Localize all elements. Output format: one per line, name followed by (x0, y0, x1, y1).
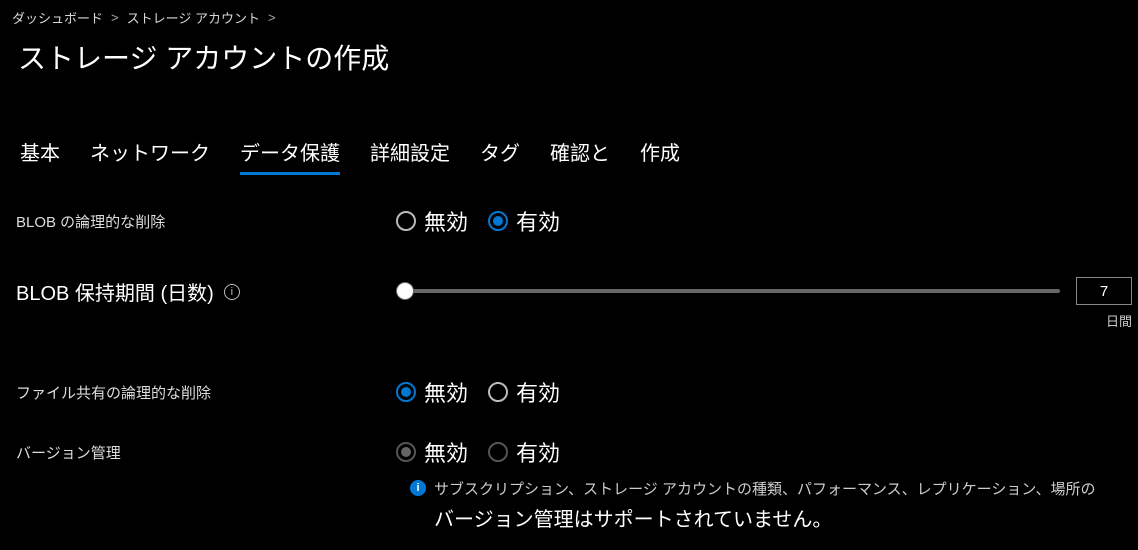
row-blob-retention: BLOB 保持期間 (日数) i 日間 (16, 277, 1138, 330)
radio-icon (396, 211, 416, 231)
tab-basic[interactable]: 基本 (20, 137, 60, 172)
chevron-right-icon: > (111, 10, 119, 25)
radio-label: 無効 (424, 205, 468, 237)
radio-icon (488, 442, 508, 462)
tab-review[interactable]: 確認と (550, 137, 610, 172)
versioning-notice: i サブスクリプション、ストレージ アカウントの種類、パフォーマンス、レプリケー… (410, 478, 1138, 532)
slider-thumb[interactable] (396, 282, 414, 300)
tabs: 基本 ネットワーク データ保護 詳細設定 タグ 確認と 作成 (20, 137, 1138, 175)
row-fileshare-soft-delete: ファイル共有の論理的な削除 無効 有効 (16, 376, 1138, 408)
retention-days-input[interactable] (1076, 277, 1132, 305)
breadcrumb-dashboard[interactable]: ダッシュボード (12, 8, 103, 27)
tab-network[interactable]: ネットワーク (90, 137, 210, 172)
radio-group-blob-soft-delete: 無効 有効 (396, 205, 560, 237)
radio-icon (488, 382, 508, 402)
radio-label: 有効 (516, 205, 560, 237)
tab-create[interactable]: 作成 (640, 137, 680, 172)
label-versioning: バージョン管理 (16, 442, 396, 463)
radio-label: 有効 (516, 436, 560, 468)
slider-blob-retention (396, 277, 1132, 305)
row-blob-soft-delete: BLOB の論理的な削除 無効 有効 (16, 205, 1138, 237)
tab-tags[interactable]: タグ (480, 137, 520, 172)
radio-icon (488, 211, 508, 231)
chevron-right-icon: > (268, 10, 276, 25)
radio-icon (396, 442, 416, 462)
page-title: ストレージ アカウントの作成 (18, 37, 1138, 77)
tab-advanced[interactable]: 詳細設定 (370, 137, 450, 172)
label-blob-retention: BLOB 保持期間 (日数) i (16, 277, 396, 306)
retention-unit: 日間 (396, 311, 1132, 330)
slider-track[interactable] (396, 279, 1060, 303)
radio-fileshare-soft-delete-disabled[interactable]: 無効 (396, 376, 468, 408)
radio-blob-soft-delete-disabled[interactable]: 無効 (396, 205, 468, 237)
tab-data-protection[interactable]: データ保護 (240, 137, 340, 175)
radio-versioning-disabled: 無効 (396, 436, 468, 468)
radio-label: 無効 (424, 376, 468, 408)
radio-group-fileshare-soft-delete: 無効 有効 (396, 376, 560, 408)
radio-label: 有効 (516, 376, 560, 408)
radio-versioning-enabled: 有効 (488, 436, 560, 468)
notice-detail: サブスクリプション、ストレージ アカウントの種類、パフォーマンス、レプリケーショ… (434, 478, 1095, 499)
row-versioning: バージョン管理 無効 有効 (16, 436, 1138, 468)
radio-blob-soft-delete-enabled[interactable]: 有効 (488, 205, 560, 237)
radio-icon (396, 382, 416, 402)
notice-main: バージョン管理はサポートされていません。 (434, 503, 1138, 532)
label-text: BLOB 保持期間 (日数) (16, 277, 214, 306)
breadcrumb: ダッシュボード > ストレージ アカウント > (12, 8, 1138, 27)
label-blob-soft-delete: BLOB の論理的な削除 (16, 211, 396, 232)
radio-group-versioning: 無効 有効 (396, 436, 560, 468)
radio-fileshare-soft-delete-enabled[interactable]: 有効 (488, 376, 560, 408)
radio-label: 無効 (424, 436, 468, 468)
breadcrumb-storage-accounts[interactable]: ストレージ アカウント (127, 8, 260, 27)
info-icon[interactable]: i (224, 284, 240, 300)
label-fileshare-soft-delete: ファイル共有の論理的な削除 (16, 382, 396, 403)
info-badge-icon: i (410, 480, 426, 496)
